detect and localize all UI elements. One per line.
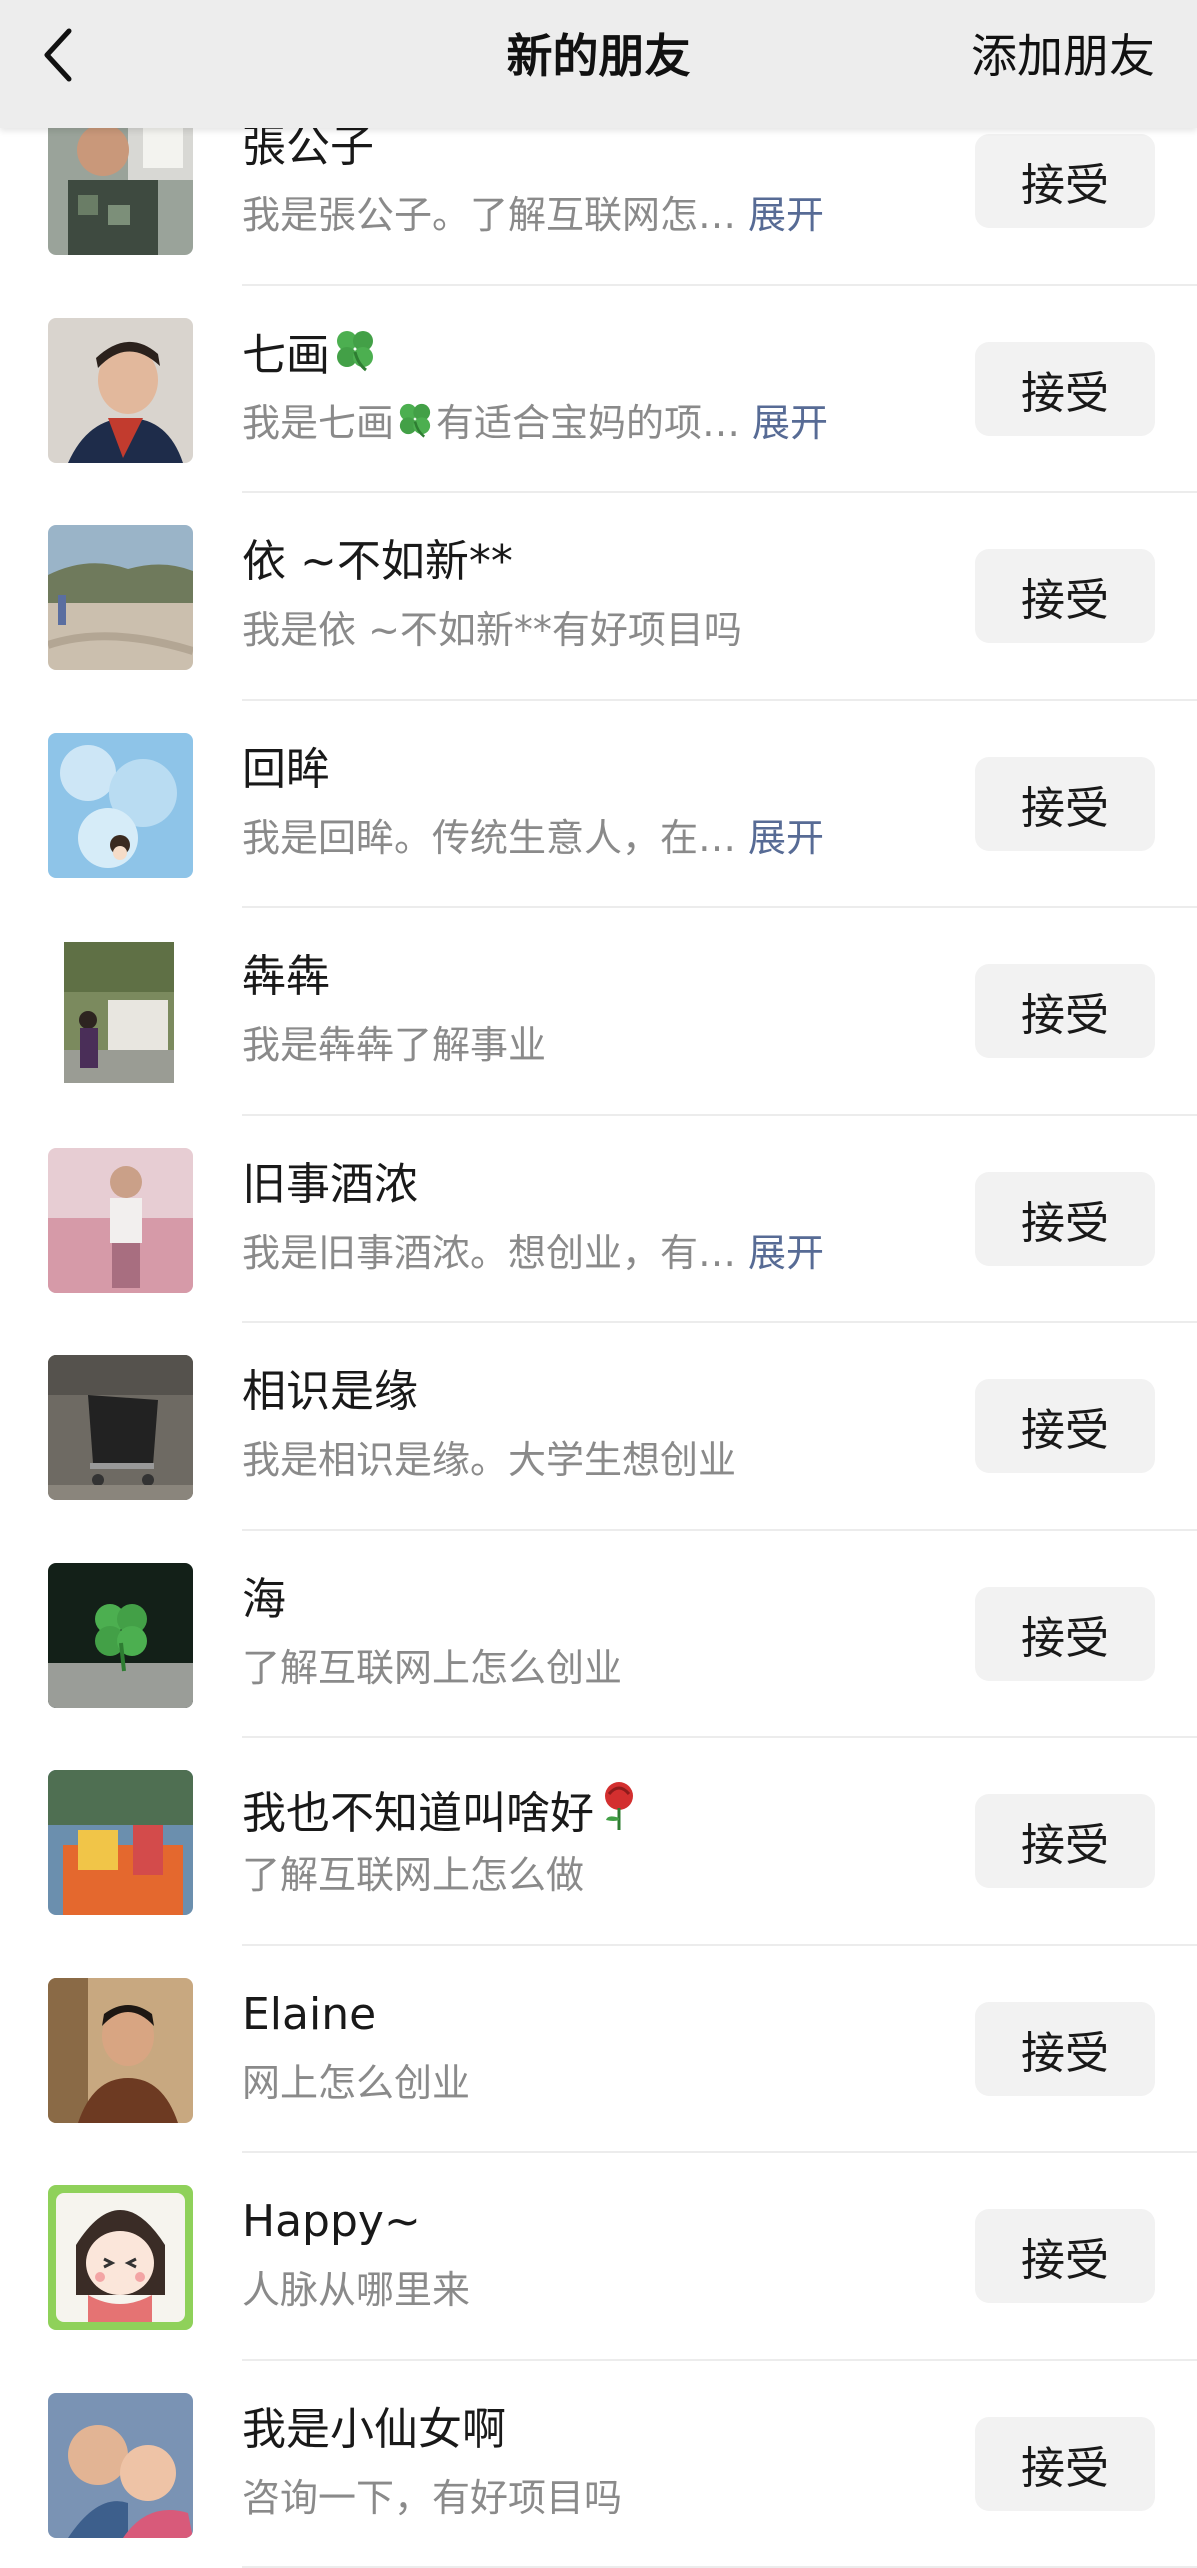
request-message: 我是依 ~不如新**有好项目吗 xyxy=(242,603,742,657)
accept-button[interactable]: 接受 xyxy=(975,964,1155,1058)
request-message: 我是旧事酒浓。想创业，有…展开 xyxy=(242,1226,824,1280)
requester-name: 犇犇 xyxy=(242,946,330,1008)
requester-name: 我也不知道叫啥好 xyxy=(242,1776,644,1845)
friend-request-row[interactable]: 我也不知道叫啥好 了解互联网上怎么做 接受 xyxy=(0,1738,1197,1946)
avatar xyxy=(48,110,193,255)
friend-request-row[interactable]: 犇犇 我是犇犇了解事业 接受 xyxy=(0,908,1197,1116)
request-message: 我是相识是缘。大学生想创业 xyxy=(242,1433,736,1487)
requester-name: 依 ~不如新** xyxy=(242,531,513,593)
request-message: 我是張公子。了解互联网怎…展开 xyxy=(242,188,824,242)
expand-link[interactable]: 展开 xyxy=(748,816,824,860)
accept-button[interactable]: 接受 xyxy=(975,1587,1155,1681)
request-message: 我是七画 有适合宝妈的项…展开 xyxy=(242,396,828,450)
accept-button[interactable]: 接受 xyxy=(975,2417,1155,2511)
requester-name: 回眸 xyxy=(242,739,330,801)
add-friend-button[interactable]: 添加朋友 xyxy=(971,24,1155,88)
four-leaf-clover-icon xyxy=(330,324,380,374)
avatar xyxy=(48,525,193,670)
friend-request-list: 張公子 我是張公子。了解互联网怎…展开 接受 七画 我是七画 xyxy=(0,78,1197,2568)
accept-button[interactable]: 接受 xyxy=(975,342,1155,436)
request-message: 了解互联网上怎么创业 xyxy=(242,1641,622,1695)
request-message: 网上怎么创业 xyxy=(242,2056,470,2110)
request-message: 人脉从哪里来 xyxy=(242,2263,470,2317)
friend-request-row[interactable]: 我是小仙女啊 咨询一下，有好项目吗 接受 xyxy=(0,2361,1197,2568)
avatar xyxy=(48,1148,193,1293)
requester-name: 旧事酒浓 xyxy=(242,1154,418,1216)
rose-icon xyxy=(594,1776,644,1832)
request-message: 咨询一下，有好项目吗 xyxy=(242,2471,622,2525)
friend-request-row[interactable]: 相识是缘 我是相识是缘。大学生想创业 接受 xyxy=(0,1323,1197,1531)
accept-button[interactable]: 接受 xyxy=(975,1172,1155,1266)
requester-name: Elaine xyxy=(242,1984,376,2046)
requester-name: 七画 xyxy=(242,324,380,387)
friend-request-row[interactable]: Happy~ 人脉从哪里来 接受 xyxy=(0,2153,1197,2361)
friend-request-row[interactable]: 依 ~不如新** 我是依 ~不如新**有好项目吗 接受 xyxy=(0,493,1197,701)
request-message: 我是回眸。传统生意人，在…展开 xyxy=(242,811,824,865)
accept-button[interactable]: 接受 xyxy=(975,2209,1155,2303)
accept-button[interactable]: 接受 xyxy=(975,2002,1155,2096)
avatar xyxy=(48,2185,193,2330)
avatar xyxy=(48,940,193,1085)
friend-request-row[interactable]: Elaine 网上怎么创业 接受 xyxy=(0,1946,1197,2154)
avatar xyxy=(48,318,193,463)
expand-link[interactable]: 展开 xyxy=(748,1231,824,1275)
avatar xyxy=(48,2393,193,2538)
accept-button[interactable]: 接受 xyxy=(975,549,1155,643)
accept-button[interactable]: 接受 xyxy=(975,1379,1155,1473)
expand-link[interactable]: 展开 xyxy=(752,401,828,445)
four-leaf-clover-icon xyxy=(394,398,436,440)
expand-link[interactable]: 展开 xyxy=(748,193,824,237)
avatar xyxy=(48,1355,193,1500)
friend-request-row[interactable]: 旧事酒浓 我是旧事酒浓。想创业，有…展开 接受 xyxy=(0,1116,1197,1324)
request-message: 我是犇犇了解事业 xyxy=(242,1018,546,1072)
requester-name: Happy~ xyxy=(242,2191,421,2253)
avatar xyxy=(48,1563,193,1708)
accept-button[interactable]: 接受 xyxy=(975,134,1155,228)
requester-name: 海 xyxy=(242,1569,286,1631)
navigation-bar: 新的朋友 添加朋友 xyxy=(0,0,1197,128)
avatar xyxy=(48,733,193,878)
friend-request-row[interactable]: 七画 我是七画 有适合宝妈的项…展开 接受 xyxy=(0,286,1197,494)
friend-request-row[interactable]: 回眸 我是回眸。传统生意人，在…展开 接受 xyxy=(0,701,1197,909)
accept-button[interactable]: 接受 xyxy=(975,1794,1155,1888)
accept-button[interactable]: 接受 xyxy=(975,757,1155,851)
friend-request-row[interactable]: 海 了解互联网上怎么创业 接受 xyxy=(0,1531,1197,1739)
request-message: 了解互联网上怎么做 xyxy=(242,1848,584,1902)
avatar xyxy=(48,1770,193,1915)
requester-name: 我是小仙女啊 xyxy=(242,2399,506,2461)
avatar xyxy=(48,1978,193,2123)
requester-name: 相识是缘 xyxy=(242,1361,418,1423)
